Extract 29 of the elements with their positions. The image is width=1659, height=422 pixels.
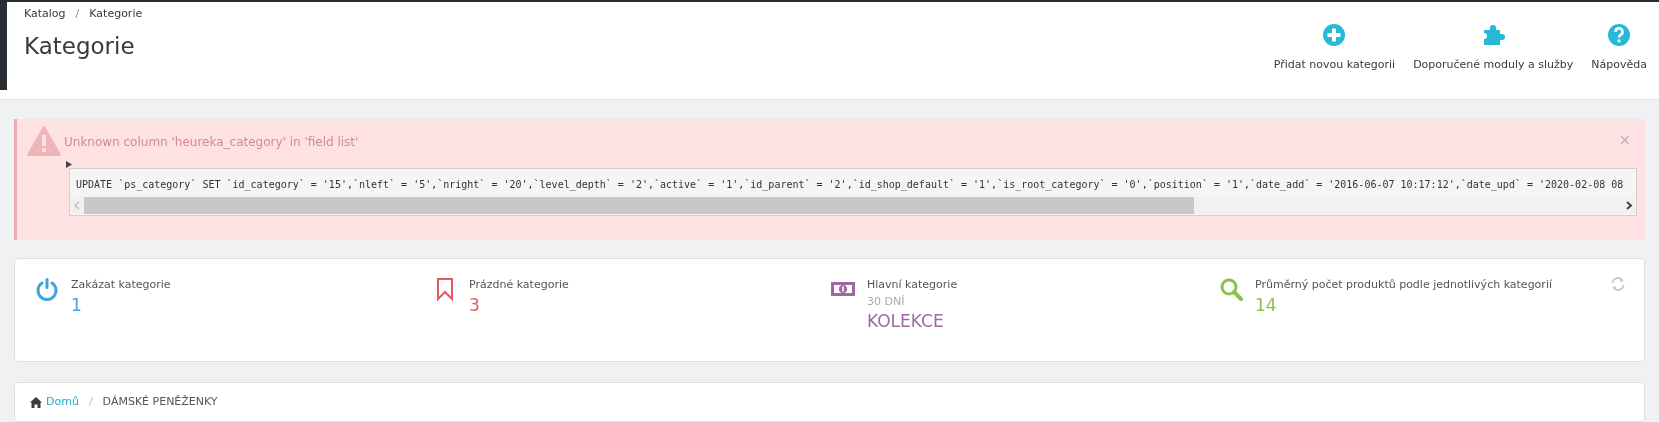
toolbar-button[interactable]: Přidat novou kategorii <box>1267 23 1402 74</box>
kpi-value: 3 <box>469 293 480 316</box>
puzzle-icon <box>1481 23 1506 47</box>
breadcrumb-separator: / <box>75 6 80 22</box>
horizontal-scrollbar[interactable] <box>70 197 1636 214</box>
kpi-label: Hlavní kategorie <box>867 277 958 293</box>
kpi-period: 30 DNÍ <box>867 293 906 310</box>
warning-icon <box>27 126 61 156</box>
scrollbar-thumb[interactable] <box>84 197 1194 214</box>
kpi-label: Průměrný počet produktů podle jednotlivých kategorií <box>1255 277 1552 293</box>
breadcrumb-separator: / <box>88 393 93 410</box>
kpi-label: Prázdné kategorie <box>469 277 569 293</box>
breadcrumb-link[interactable]: Katalog <box>24 6 66 23</box>
refresh-icon[interactable] <box>1610 276 1626 292</box>
plus-icon <box>1322 23 1347 47</box>
kpi-value: 14 <box>1255 293 1277 316</box>
kpi-label: Zakázat kategorie <box>71 277 171 293</box>
toolbar-button[interactable]: Doporučené moduly a služby <box>1407 23 1580 74</box>
breadcrumb-current: DÁMSKÉ PENĚŽENKY <box>102 393 218 410</box>
kpi-value: 1 <box>71 293 82 316</box>
page-title: Kategorie <box>24 31 135 61</box>
sql-query: UPDATE `ps_category` SET `id_category` = '15',`nleft` = '5',`nright` = '20',`level_depth` = '2',`active` = '1',`id_parent` = '2',`id_shop_default` = '1',`is_root_category` = '0',`position` = '1',`date_add` = '2016-06-07 10:17:12',`date_upd` = '2020-02-08 08 <box>75 178 1624 193</box>
chevron-icon <box>66 161 72 168</box>
home-icon <box>30 396 42 408</box>
breadcrumb-link[interactable]: Kategorie <box>89 6 143 23</box>
toolbar-button[interactable]: Nápověda <box>1585 23 1653 74</box>
kpi-value: KOLEKCE <box>867 310 944 332</box>
help-icon <box>1607 23 1632 47</box>
error-message: Unknown column 'heureka_category' in 'field list' <box>64 134 359 151</box>
